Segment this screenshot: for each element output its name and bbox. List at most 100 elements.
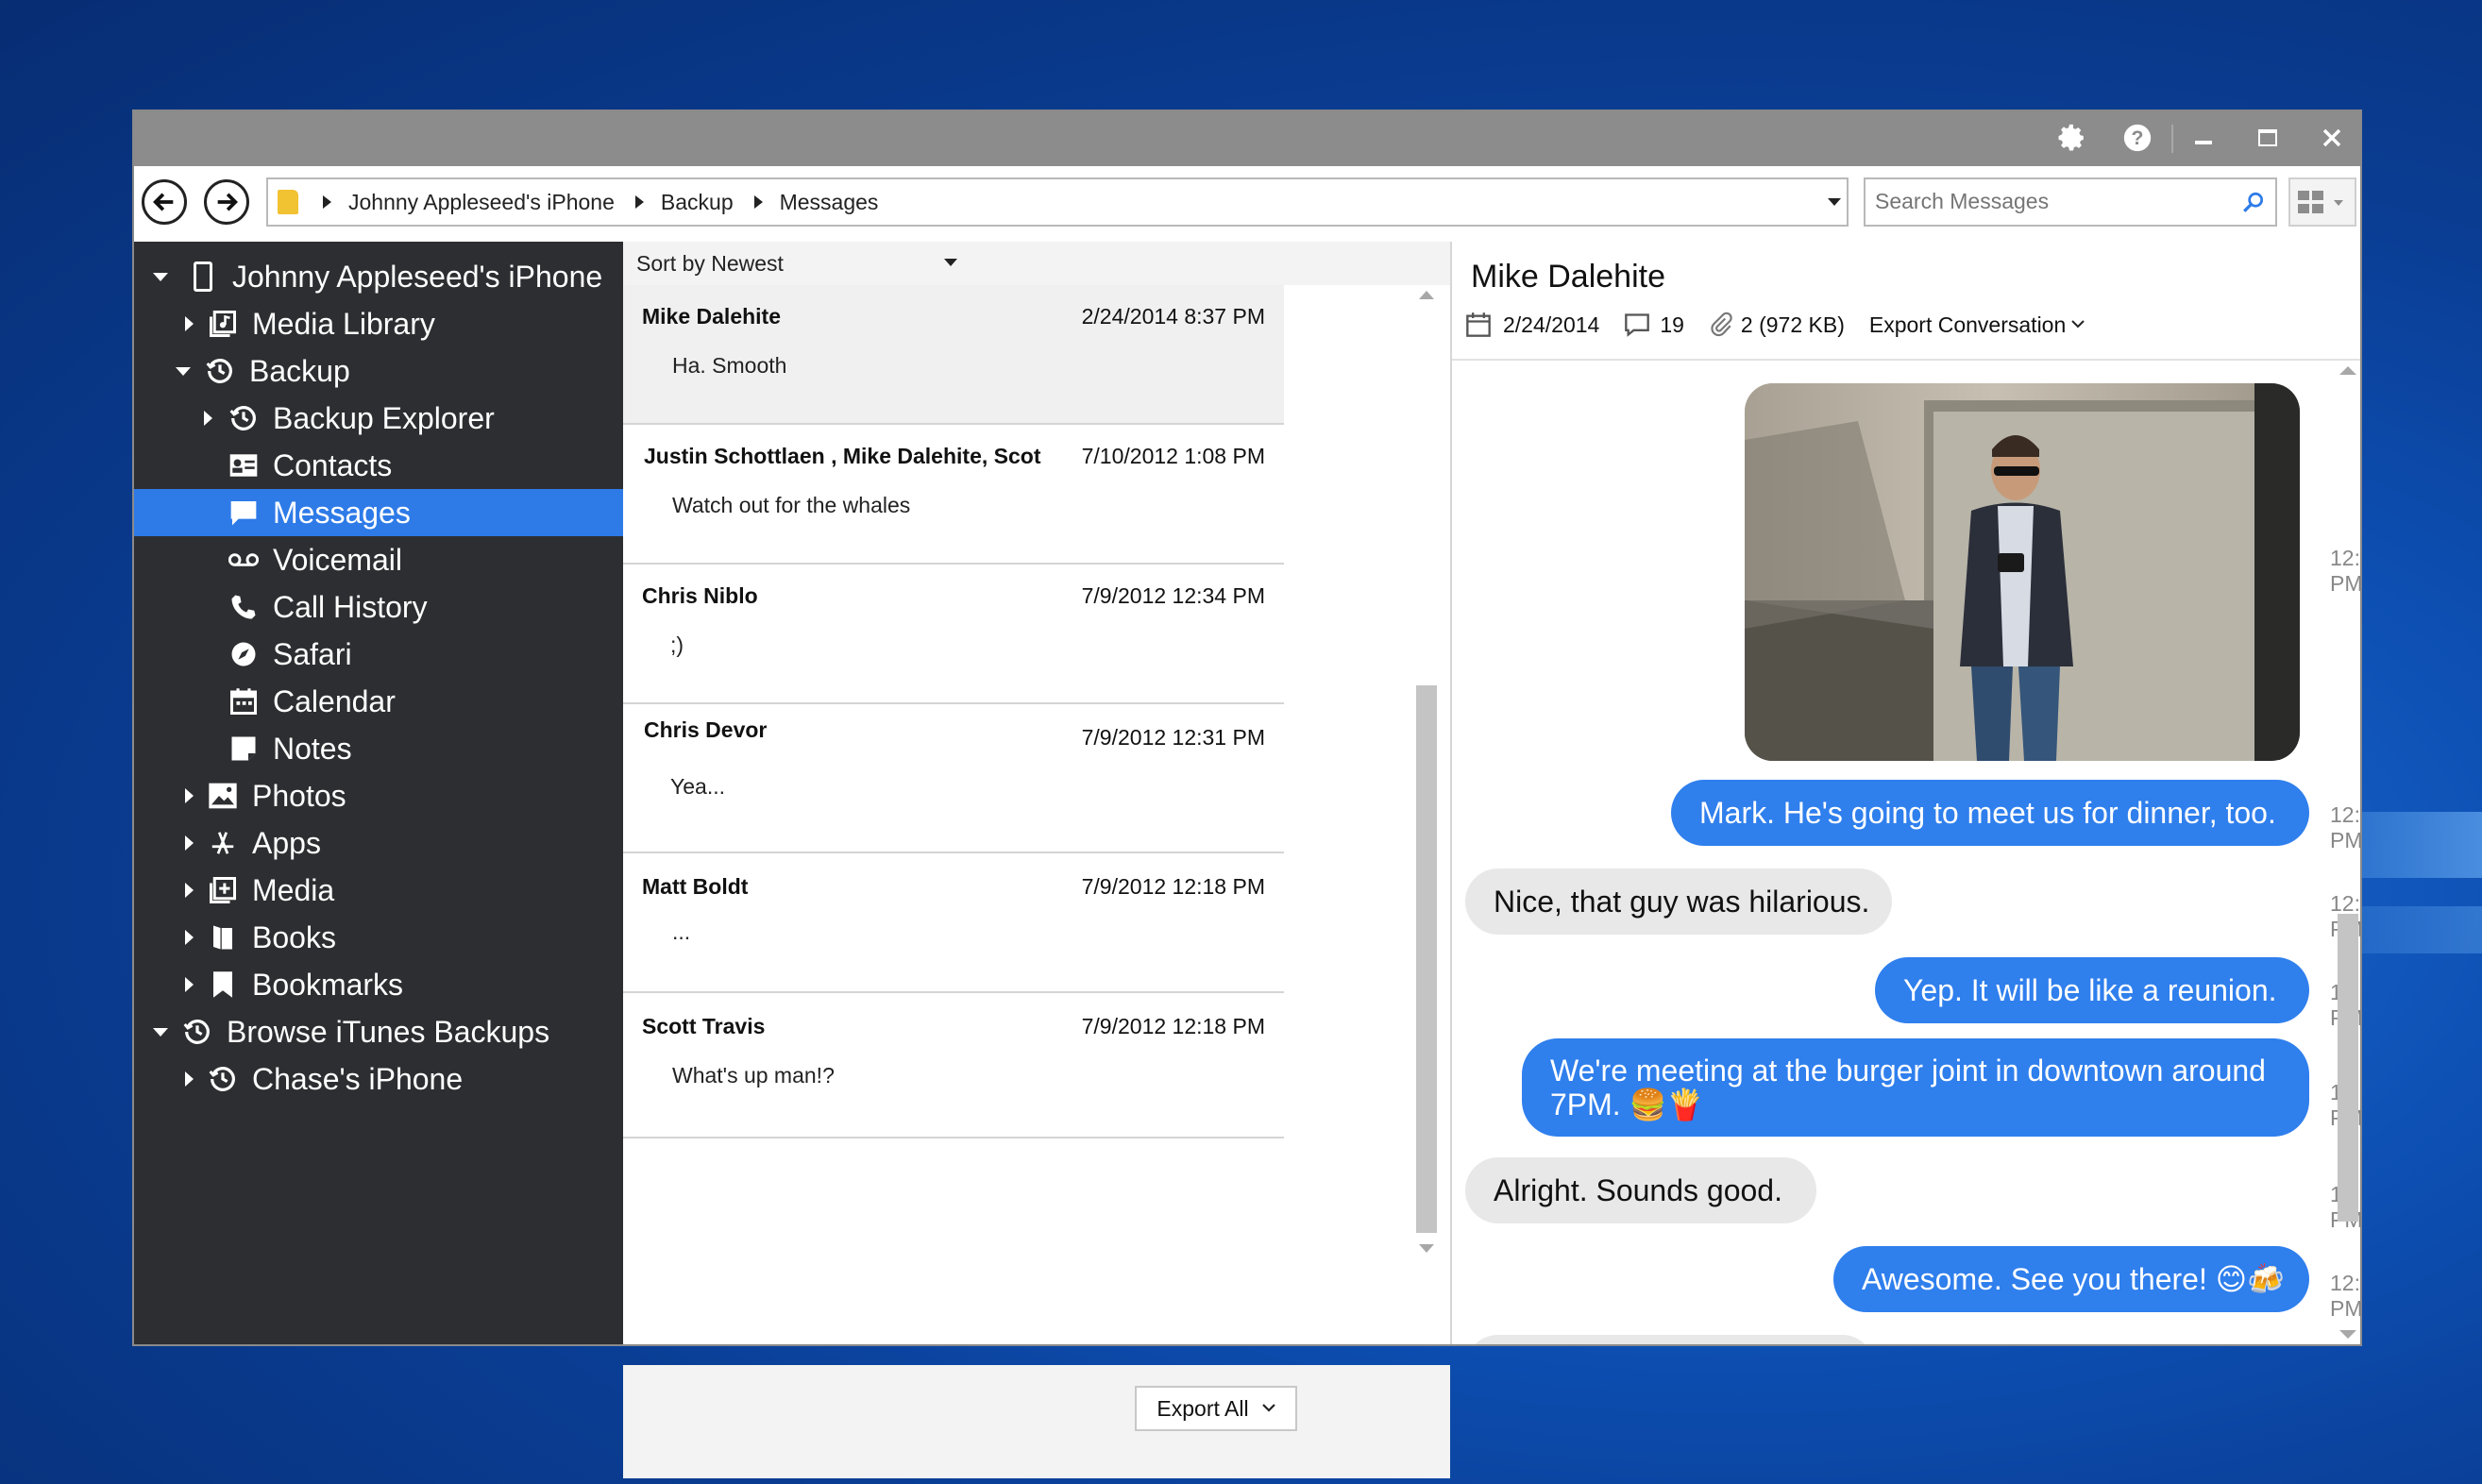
message-bubble-outgoing[interactable]: Yep. It will be like a reunion.: [1875, 957, 2309, 1023]
list-scrollbar[interactable]: [1416, 279, 1437, 1303]
title-separator: [2171, 125, 2173, 153]
conversation-row[interactable]: Scott Travis 7/9/2012 12:18 PM What's up…: [623, 993, 1284, 1138]
expander-right-icon[interactable]: [185, 1071, 194, 1087]
scroll-down-icon[interactable]: [2339, 1330, 2356, 1339]
gear-icon[interactable]: [2052, 119, 2090, 157]
sidebar-item-photos[interactable]: Photos: [134, 772, 623, 819]
expander-down-icon[interactable]: [153, 1027, 168, 1037]
sidebar-item-media-library[interactable]: Media Library: [134, 300, 623, 347]
conversation-preview: ;): [670, 632, 684, 657]
media-library-icon: [207, 308, 239, 340]
sidebar-item-label: Browse iTunes Backups: [227, 1014, 550, 1049]
sidebar-item-chases-iphone[interactable]: Chase's iPhone: [134, 1055, 623, 1103]
scrollbar-thumb[interactable]: [2338, 914, 2358, 1222]
chat-bubble-icon: [228, 497, 260, 529]
search-input[interactable]: [1873, 179, 2217, 223]
address-bar[interactable]: Johnny Appleseed's iPhone Backup Message…: [266, 177, 1849, 227]
export-all-button[interactable]: Export All: [1135, 1386, 1297, 1431]
sidebar-item-calendar[interactable]: Calendar: [134, 678, 623, 725]
help-icon[interactable]: ?: [2119, 119, 2156, 157]
breadcrumb-device[interactable]: Johnny Appleseed's iPhone: [348, 190, 615, 215]
sidebar-item-voicemail[interactable]: Voicemail: [134, 536, 623, 583]
message-bubble-outgoing[interactable]: Awesome. See you there! 😊🍻: [1833, 1246, 2309, 1312]
breadcrumb-backup[interactable]: Backup: [661, 190, 734, 215]
expander-right-icon[interactable]: [185, 316, 194, 331]
sidebar-item-contacts[interactable]: Contacts: [134, 442, 623, 489]
minimize-icon[interactable]: [2185, 119, 2222, 157]
arrow-right-icon: [217, 193, 238, 211]
sidebar-item-apps[interactable]: Apps: [134, 819, 623, 867]
conversation-name: Mike Dalehite: [642, 304, 781, 329]
message-bubble-incoming[interactable]: Alright. Sounds good.: [1465, 1157, 1816, 1223]
sidebar-item-messages[interactable]: Messages: [134, 489, 623, 536]
scrollbar-thumb[interactable]: [1416, 685, 1437, 1233]
conversation-pane: Mike Dalehite 2/24/2014 19 2 (972 KB) Ex…: [1450, 242, 2360, 1344]
conversation-row[interactable]: Chris Devor 7/9/2012 12:31 PM Yea...: [623, 704, 1284, 853]
back-button[interactable]: [142, 179, 187, 225]
sort-dropdown[interactable]: Sort by Newest: [623, 242, 1450, 285]
photo-icon: [207, 780, 239, 812]
navigation-bar: Johnny Appleseed's iPhone Backup Message…: [134, 166, 2360, 242]
sidebar-item-backup-explorer[interactable]: Backup Explorer: [134, 395, 623, 442]
sidebar-item-label: Calendar: [273, 683, 396, 718]
sidebar-item-browse-itunes-backups[interactable]: Browse iTunes Backups: [134, 1008, 623, 1055]
svg-text:?: ?: [2132, 126, 2144, 149]
sidebar-item-device[interactable]: Johnny Appleseed's iPhone: [134, 253, 623, 300]
calendar-icon: [1466, 312, 1491, 337]
expander-right-icon[interactable]: [185, 930, 194, 945]
conversation-row[interactable]: Chris Niblo 7/9/2012 12:34 PM ;): [623, 565, 1284, 704]
sidebar-item-bookmarks[interactable]: Bookmarks: [134, 961, 623, 1008]
conversation-preview: ...: [672, 919, 691, 944]
conversation-name: Scott Travis: [642, 1014, 766, 1038]
sidebar-item-backup[interactable]: Backup: [134, 347, 623, 395]
conversation-date: 2/24/2014 8:37 PM: [1081, 304, 1265, 329]
sidebar-item-label: Bookmarks: [252, 967, 404, 1002]
close-icon[interactable]: [2313, 119, 2351, 157]
conversation-row[interactable]: Mike Dalehite 2/24/2014 8:37 PM Ha. Smoo…: [623, 285, 1284, 425]
breadcrumb-messages[interactable]: Messages: [780, 190, 879, 215]
forward-button[interactable]: [204, 179, 249, 225]
scroll-down-icon[interactable]: [1419, 1244, 1434, 1253]
media-icon: [207, 874, 239, 906]
sidebar-item-safari[interactable]: Safari: [134, 631, 623, 678]
export-conversation-button[interactable]: Export Conversation: [1869, 312, 2085, 338]
sidebar-item-label: Media Library: [252, 306, 435, 341]
sidebar-item-books[interactable]: Books: [134, 914, 623, 961]
photo-image: [1745, 383, 2300, 761]
message-bubble-incoming[interactable]: Nice, that guy was hilarious.: [1465, 868, 1892, 935]
photo-attachment[interactable]: [1745, 383, 2300, 761]
bookmark-icon: [207, 969, 239, 1001]
scroll-up-icon[interactable]: [2339, 366, 2356, 375]
search-icon[interactable]: [2241, 191, 2266, 215]
message-bubble-outgoing[interactable]: Mark. He's going to meet us for dinner, …: [1671, 780, 2309, 846]
phone-handset-icon: [228, 591, 260, 623]
maximize-icon[interactable]: [2249, 119, 2287, 157]
expander-right-icon[interactable]: [185, 788, 194, 803]
conversation-name: Matt Boldt: [642, 874, 749, 899]
breadcrumb-separator: [753, 195, 763, 209]
scroll-up-icon[interactable]: [1419, 291, 1434, 299]
sidebar-item-media[interactable]: Media: [134, 867, 623, 914]
conversation-row[interactable]: Justin Schottlaen , Mike Dalehite, Scot …: [623, 425, 1284, 565]
conversation-date: 2/24/2014: [1503, 312, 1600, 337]
message-bubble-outgoing[interactable]: We're meeting at the burger joint in dow…: [1522, 1038, 2309, 1137]
chevron-down-icon: [1261, 1404, 1275, 1412]
view-toggle-button[interactable]: [2288, 177, 2356, 227]
expander-down-icon[interactable]: [176, 366, 191, 376]
message-thread: 12:13 PM Mark. He's going to meet us for…: [1452, 359, 2360, 1344]
expander-down-icon[interactable]: [153, 272, 168, 281]
expander-right-icon[interactable]: [204, 411, 212, 426]
conversation-row[interactable]: Matt Boldt 7/9/2012 12:18 PM ...: [623, 853, 1284, 993]
message-bubble-incoming[interactable]: [1465, 1335, 1875, 1344]
expander-right-icon[interactable]: [185, 883, 194, 898]
sidebar-item-label: Safari: [273, 636, 352, 671]
expander-right-icon[interactable]: [185, 977, 194, 992]
expander-right-icon[interactable]: [185, 835, 194, 851]
sidebar-item-notes[interactable]: Notes: [134, 725, 623, 772]
chevron-down-icon: [944, 259, 957, 266]
address-dropdown-icon[interactable]: [1828, 198, 1841, 206]
title-bar: ?: [134, 111, 2360, 166]
sidebar-item-call-history[interactable]: Call History: [134, 583, 623, 631]
thread-scrollbar[interactable]: [2336, 359, 2360, 1344]
export-conversation-label: Export Conversation: [1868, 312, 2067, 337]
